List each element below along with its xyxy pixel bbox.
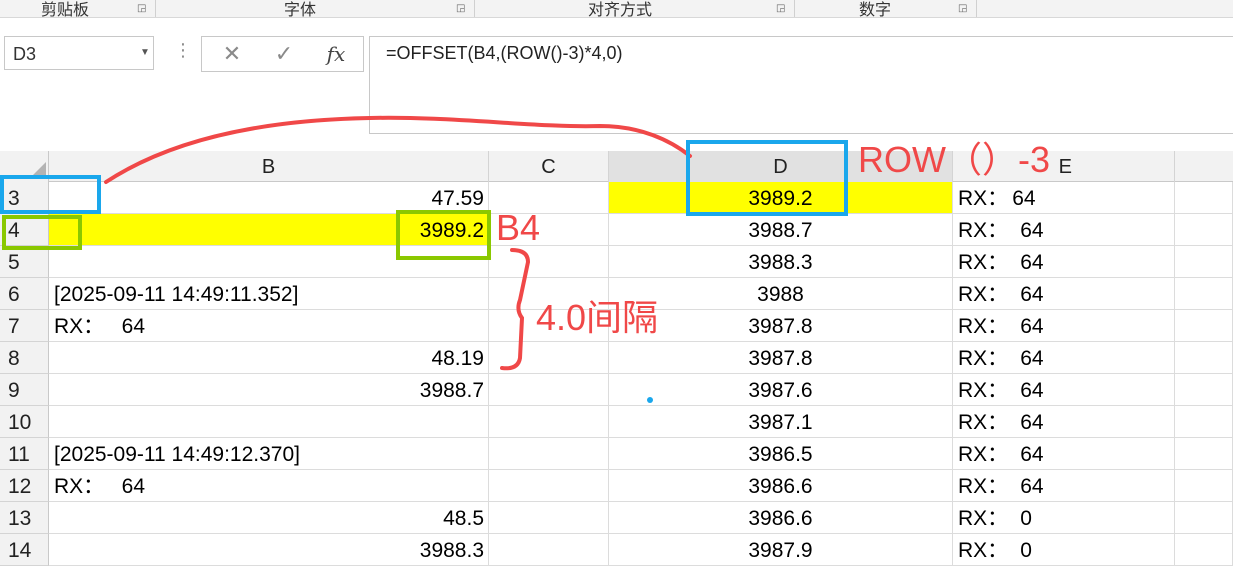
highlight-box-row4	[2, 215, 82, 250]
cursor-dot	[647, 397, 653, 403]
annotation-row-minus-3: ROW（）-3	[858, 139, 1050, 180]
annotation-interval: 4.0间隔	[536, 297, 659, 338]
connector-curve	[104, 115, 692, 184]
highlight-box-d3	[686, 140, 848, 216]
annotation-overlay	[104, 115, 692, 371]
highlight-box-b4	[396, 210, 491, 260]
interval-brace	[500, 248, 531, 371]
highlight-box-row3	[0, 175, 101, 214]
annotation-b4: B4	[496, 207, 541, 248]
